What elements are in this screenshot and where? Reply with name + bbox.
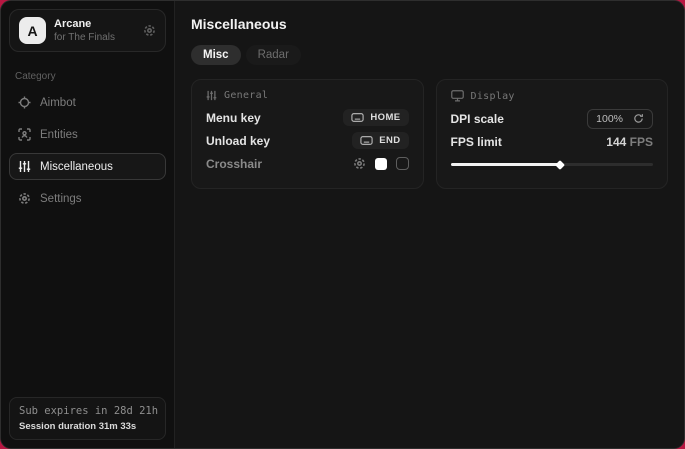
category-label: Category	[15, 71, 160, 82]
fps-slider-fill	[451, 163, 560, 166]
sliders-icon	[206, 90, 217, 101]
monitor-icon	[451, 90, 464, 102]
sidebar-item-aimbot[interactable]: Aimbot	[9, 89, 166, 116]
dpi-scale-row: DPI scale 100%	[451, 107, 654, 130]
crosshair-icon	[18, 96, 31, 109]
brand-logo: A	[19, 17, 46, 44]
sidebar-item-label: Entities	[40, 129, 78, 141]
sidebar-item-entities[interactable]: Entities	[9, 121, 166, 148]
crosshair-checkbox[interactable]	[396, 157, 409, 170]
unload-key-label: Unload key	[206, 134, 270, 148]
general-card: General Menu key HOME	[191, 79, 424, 189]
fps-slider-thumb[interactable]	[555, 160, 565, 170]
sidebar-item-label: Settings	[40, 193, 82, 205]
sub-expiry-text: Sub expires in 28d 21h	[19, 405, 156, 417]
main-content: Miscellaneous Misc Radar General	[175, 1, 684, 448]
crosshair-color-swatch[interactable]	[375, 158, 387, 170]
brand-card: A Arcane for The Finals	[9, 9, 166, 52]
unload-key-value: END	[379, 135, 400, 146]
sliders-icon	[18, 160, 31, 173]
general-card-title: General	[224, 90, 268, 101]
fps-limit-label: FPS limit	[451, 135, 502, 149]
brand-text: Arcane for The Finals	[54, 18, 115, 43]
fps-limit-slider[interactable]	[451, 159, 654, 169]
keyboard-icon	[360, 136, 373, 145]
menu-key-value: HOME	[370, 112, 400, 123]
tab-radar[interactable]: Radar	[246, 45, 301, 65]
fps-limit-row: FPS limit 144 FPS	[451, 130, 654, 153]
dpi-scale-label: DPI scale	[451, 112, 504, 126]
dpi-scale-value: 100%	[596, 113, 623, 125]
gear-icon[interactable]	[353, 157, 366, 170]
unload-key-row: Unload key END	[206, 129, 409, 152]
keyboard-icon	[351, 113, 364, 122]
dpi-scale-control[interactable]: 100%	[587, 109, 653, 129]
sidebar-item-miscellaneous[interactable]: Miscellaneous	[9, 153, 166, 180]
session-duration-text: Session duration 31m 33s	[19, 421, 156, 432]
tab-misc[interactable]: Misc	[191, 45, 241, 65]
page-title: Miscellaneous	[191, 16, 668, 32]
sidebar-item-label: Miscellaneous	[40, 161, 113, 173]
brand-subtitle: for The Finals	[54, 32, 115, 43]
display-card-header: Display	[451, 90, 654, 102]
fps-number: 144	[606, 135, 626, 149]
settings-cards: General Menu key HOME	[191, 79, 668, 189]
menu-key-bind-button[interactable]: HOME	[343, 109, 408, 126]
brand-title: Arcane	[54, 18, 115, 30]
crosshair-controls	[353, 157, 409, 170]
sidebar-item-label: Aimbot	[40, 97, 76, 109]
refresh-icon[interactable]	[633, 113, 644, 124]
gear-icon	[18, 192, 31, 205]
entities-icon	[18, 128, 31, 141]
fps-unit: FPS	[630, 135, 653, 149]
menu-key-row: Menu key HOME	[206, 106, 409, 129]
general-card-header: General	[206, 90, 409, 101]
fps-limit-value: 144 FPS	[606, 135, 653, 149]
crosshair-row: Crosshair	[206, 152, 409, 175]
crosshair-label: Crosshair	[206, 157, 262, 171]
menu-key-label: Menu key	[206, 111, 261, 125]
app-window: A Arcane for The Finals Category	[0, 0, 685, 449]
display-card: Display DPI scale 100%	[436, 79, 669, 189]
display-card-title: Display	[471, 91, 515, 102]
unload-key-bind-button[interactable]: END	[352, 132, 408, 149]
tab-bar: Misc Radar	[191, 45, 668, 65]
sidebar-nav: Aimbot Entities	[1, 89, 174, 212]
gear-icon[interactable]	[143, 24, 156, 37]
sidebar: A Arcane for The Finals Category	[1, 1, 175, 448]
sidebar-item-settings[interactable]: Settings	[9, 185, 166, 212]
subscription-status-card: Sub expires in 28d 21h Session duration …	[9, 397, 166, 440]
